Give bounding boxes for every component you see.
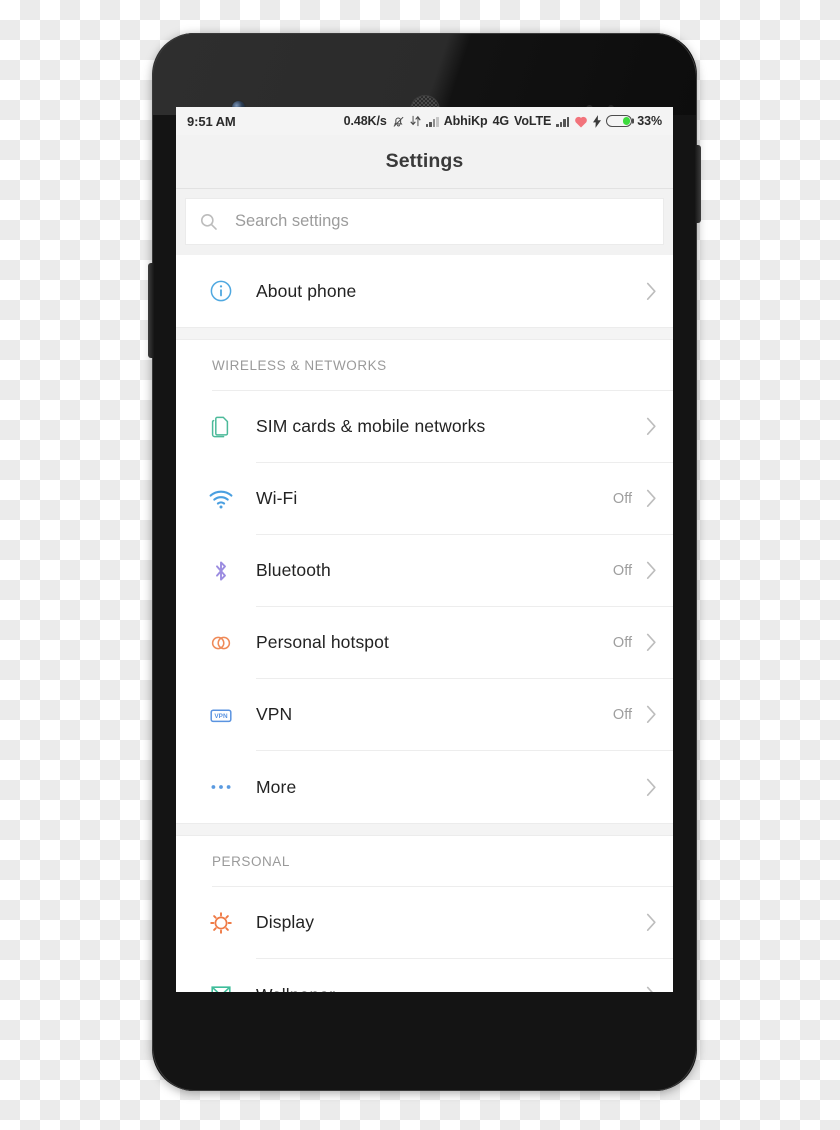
settings-row-content: Wi-Fi Off [256,463,673,535]
search-container: Search settings [176,189,673,255]
charging-bolt-icon [593,114,602,128]
battery-percent-label: 33% [637,114,662,128]
chevron-right-icon [646,633,657,652]
search-input[interactable]: Search settings [185,198,664,245]
settings-row-content: Wallpaper [256,959,673,992]
settings-row-label: Bluetooth [256,560,331,580]
chevron-right-icon [646,417,657,436]
personal-hotspot-icon [190,631,238,655]
search-icon [199,212,218,231]
status-clock: 9:51 AM [187,113,236,129]
settings-row-label: Display [256,912,315,932]
group-separator [176,823,673,836]
svg-text:VPN: VPN [214,713,228,720]
chevron-right-icon [646,986,657,992]
page-title: Settings [385,150,464,172]
data-rate-label: 0.48K/s [343,114,387,128]
chevron-right-icon [646,489,657,508]
carrier-label: AbhiKp [443,114,488,128]
status-bar-icons: 0.48K/s AbhiKp 4G VoLTE 33% [344,114,662,128]
phone-device: 9:51 AM 0.48K/s AbhiKp 4G VoLTE 33% Sett… [148,33,701,1091]
power-button[interactable] [695,145,701,223]
settings-row-label: SIM cards & mobile networks [256,416,486,436]
section-header-label: PERSONAL [212,853,290,869]
chevron-right-icon [646,913,657,932]
settings-row-value: Off [612,490,632,507]
more-dots-icon [190,775,238,799]
info-circle-icon [190,279,238,303]
search-placeholder: Search settings [235,212,349,230]
group-separator [176,327,673,340]
section-header: PERSONAL [176,836,673,886]
settings-row-content: Bluetooth Off [256,535,673,607]
phone-screen: 9:51 AM 0.48K/s AbhiKp 4G VoLTE 33% Sett… [176,107,673,992]
wallpaper-icon [190,983,238,992]
settings-row-sim-cards-mobile-networks[interactable]: SIM cards & mobile networks [176,391,673,463]
bluetooth-icon [190,559,238,583]
settings-row-value: Off [612,634,632,651]
settings-row-label: Personal hotspot [256,632,389,652]
vpn-icon: VPN [190,703,238,727]
battery-icon [606,114,633,128]
settings-row-wi-fi[interactable]: Wi-Fi Off [176,463,673,535]
status-bar: 9:51 AM 0.48K/s AbhiKp 4G VoLTE 33% [176,107,673,135]
signal-bars-icon-sim1 [425,116,439,127]
settings-row-label: About phone [256,280,357,301]
settings-row-content: Display [256,887,673,959]
signal-bars-icon-sim2 [556,116,570,127]
volte-label: VoLTE [514,114,552,128]
settings-row-about-phone[interactable]: About phone [176,255,673,327]
chevron-right-icon [646,778,657,797]
settings-row-wallpaper[interactable]: Wallpaper [176,959,673,992]
heart-icon [574,115,588,128]
section-header-label: WIRELESS & NETWORKS [212,357,387,373]
settings-row-content: More [256,751,673,823]
settings-row-label: VPN [256,704,293,724]
app-bar: Settings [176,135,673,189]
section-header: WIRELESS & NETWORKS [176,340,673,390]
sim-cards-icon [190,415,238,439]
settings-row-more[interactable]: More [176,751,673,823]
chevron-right-icon [646,282,657,301]
settings-row-label: Wallpaper [256,985,335,993]
settings-row-label: Wi-Fi [256,488,298,508]
settings-row-personal-hotspot[interactable]: Personal hotspot Off [176,607,673,679]
settings-row-content: VPN Off [256,679,673,751]
settings-row-vpn[interactable]: VPN VPN Off [176,679,673,751]
chevron-right-icon [646,561,657,580]
data-transfer-icon [410,115,421,127]
settings-row-value: Off [612,562,632,579]
bell-muted-icon [392,115,405,128]
settings-row-label: More [256,776,297,797]
settings-row-content: SIM cards & mobile networks [256,391,673,463]
volume-rocker-button[interactable] [148,263,154,358]
settings-row-display[interactable]: Display [176,887,673,959]
settings-row-content: About phone [256,255,673,327]
settings-row-value: Off [612,706,632,723]
battery-fill [622,117,630,125]
settings-row-bluetooth[interactable]: Bluetooth Off [176,535,673,607]
wifi-icon [190,487,238,511]
chevron-right-icon [646,705,657,724]
settings-row-content: Personal hotspot Off [256,607,673,679]
display-sun-icon [190,911,238,935]
network-type-label: 4G [492,114,510,128]
settings-list: About phone WIRELESS & NETWORKS SIM cards … [176,255,673,992]
